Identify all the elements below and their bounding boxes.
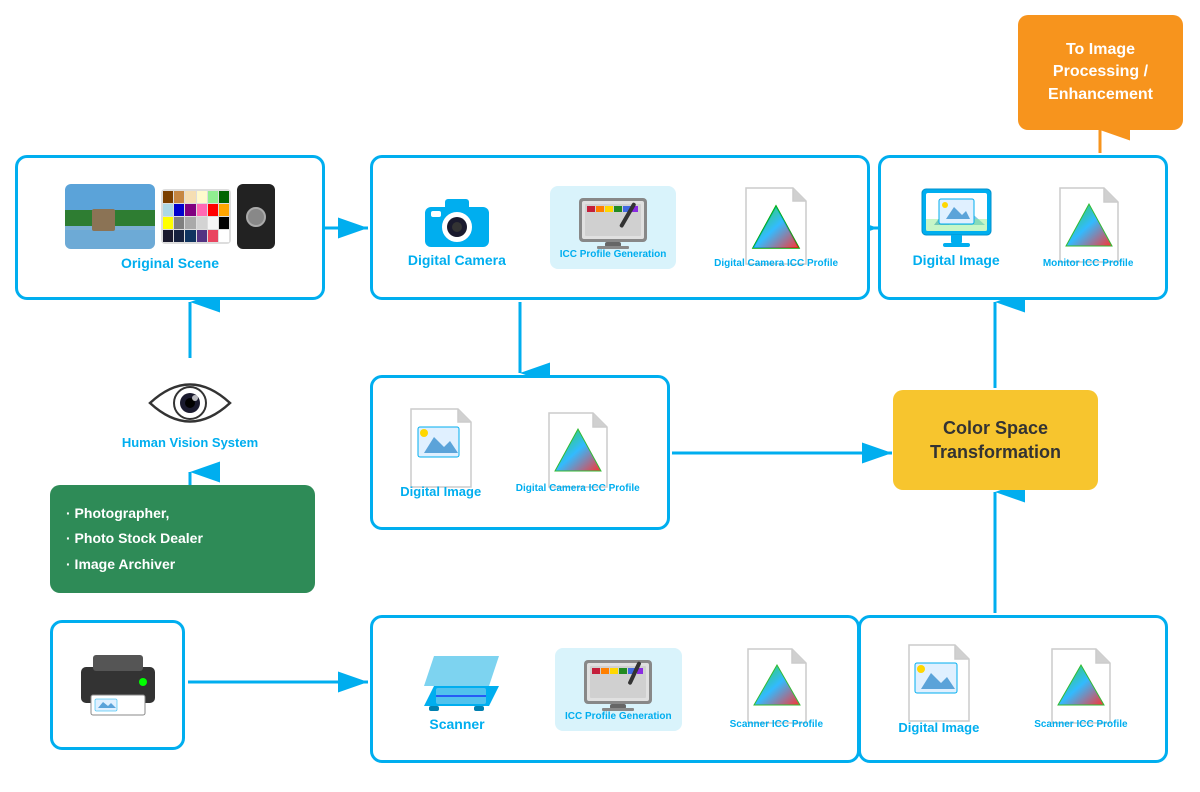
camera-icc-doc-icon <box>741 186 811 266</box>
monitor-icon <box>919 187 994 252</box>
human-vision-area: Human Vision System <box>110 355 270 470</box>
camera-icon <box>417 187 497 252</box>
digital-camera-label: Digital Camera <box>408 252 506 268</box>
camera-icc-mid-icon <box>545 411 610 489</box>
photographer-label: · Photographer, · Photo Stock Dealer · I… <box>66 501 203 577</box>
monitor-icon-area: Digital Image <box>913 187 1000 268</box>
digital-image-middle-box: Digital Image Digital Camera ICC Profile <box>370 375 670 530</box>
monitor-icc-label: Monitor ICC Profile <box>1043 258 1134 270</box>
original-scene-box: Original Scene <box>15 155 325 300</box>
light-meter <box>237 184 275 249</box>
scanner-icc-bot-label: Scanner ICC Profile <box>1034 719 1127 731</box>
digital-camera-icc-mid-label: Digital Camera ICC Profile <box>516 483 640 495</box>
digital-image-mid-doc: Digital Image <box>400 407 481 499</box>
color-space-transformation-label: Color Space Transformation <box>903 416 1088 465</box>
diagram: Original Scene Digital Camera <box>0 0 1200 792</box>
scanner-icc-profile-label: Scanner ICC Profile <box>730 719 823 731</box>
icc-profile-gen-scanner-label: ICC Profile Generation <box>565 711 672 723</box>
icc-gen-camera-icon <box>577 194 649 249</box>
digital-image-bot-doc: Digital Image <box>898 643 979 735</box>
digital-camera-icc-label: Digital Camera ICC Profile <box>714 258 838 270</box>
icc-profile-gen-scanner-box: ICC Profile Generation <box>555 648 682 731</box>
icc-profile-gen-camera-box: ICC Profile Generation <box>550 186 677 269</box>
original-scene-label: Original Scene <box>121 255 219 271</box>
scanner-icc-bot-doc: Scanner ICC Profile <box>1034 647 1127 731</box>
digital-image-top-box: Digital Image Monitor ICC Profile <box>878 155 1168 300</box>
printer-icon <box>73 645 163 725</box>
icc-profile-gen-camera-label: ICC Profile Generation <box>560 249 667 261</box>
digital-image-mid-label: Digital Image <box>400 484 481 499</box>
scanner-icon-area: Scanner <box>407 646 507 732</box>
icc-gen-scanner-icon <box>582 656 654 711</box>
digital-camera-box: Digital Camera ICC Pro <box>370 155 870 300</box>
scanner-icc-bot-icon <box>1048 647 1113 725</box>
digital-image-top-label: Digital Image <box>913 252 1000 268</box>
to-image-processing-label: To Image Processing / Enhancement <box>1028 39 1173 106</box>
digital-image-mid-icon <box>406 407 476 489</box>
digital-image-bot-icon <box>905 643 973 723</box>
digital-image-bot-label: Digital Image <box>898 720 979 735</box>
digital-image-bottom-box: Digital Image Scanner ICC Profile <box>858 615 1168 763</box>
scanner-box: Scanner ICC Profile Generation <box>370 615 860 763</box>
printer-box <box>50 620 185 750</box>
scanner-label: Scanner <box>429 716 484 732</box>
digital-camera-icc-doc: Digital Camera ICC Profile <box>714 186 838 270</box>
scanner-icon <box>414 646 499 716</box>
color-space-transformation-box: Color Space Transformation <box>893 390 1098 490</box>
monitor-icc-icon <box>1056 186 1121 264</box>
human-vision-label: Human Vision System <box>122 435 258 450</box>
photographer-box: · Photographer, · Photo Stock Dealer · I… <box>50 485 315 593</box>
to-image-processing-box: To Image Processing / Enhancement <box>1018 15 1183 130</box>
digital-camera-icc-mid-doc: Digital Camera ICC Profile <box>516 411 640 495</box>
eye-icon <box>145 376 235 431</box>
scanner-icc-icon <box>744 647 809 725</box>
scanner-icc-doc: Scanner ICC Profile <box>730 647 823 731</box>
monitor-icc-doc: Monitor ICC Profile <box>1043 186 1134 270</box>
scene-photo <box>65 184 155 249</box>
color-chart <box>161 189 231 244</box>
